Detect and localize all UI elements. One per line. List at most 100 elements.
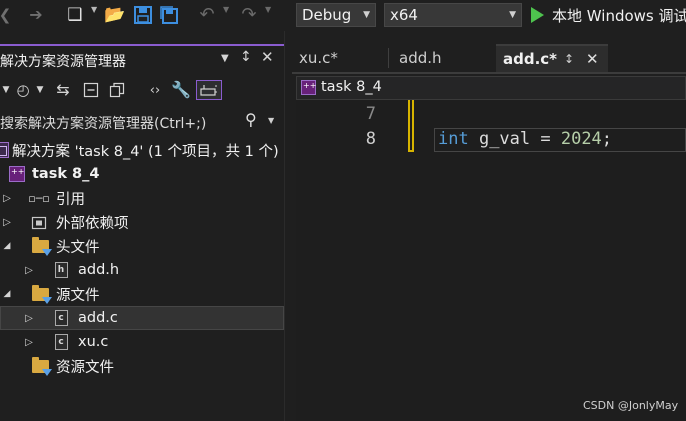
search-icon[interactable]: ⚲ <box>245 110 257 129</box>
tree-item-label: 资源文件 <box>56 359 114 376</box>
switch-views-dropdown-icon[interactable]: ▼ <box>2 80 10 100</box>
code-editor[interactable]: 7 8 int g_val = 2024; <box>296 100 686 421</box>
tree-item-external-dependencies[interactable]: ▷ 外部依赖项 <box>0 210 284 234</box>
pin-tab-icon[interactable]: ↕ <box>564 46 574 72</box>
expand-arrow-icon[interactable]: ▷ <box>1 193 13 204</box>
save-all-icon[interactable] <box>158 4 180 26</box>
panel-title: 解决方案资源管理器 <box>0 54 126 70</box>
external-dependencies-icon <box>30 213 48 231</box>
filter-folder-icon <box>31 236 52 256</box>
pin-icon[interactable]: ↕ <box>240 50 252 64</box>
expand-arrow-icon[interactable]: ▷ <box>23 265 35 276</box>
navigation-bar-project-scope[interactable]: task 8_4 <box>296 76 686 100</box>
undo-dropdown-icon[interactable]: ▼ <box>223 6 229 14</box>
search-input[interactable]: 搜索解决方案资源管理器(Ctrl+;) <box>0 113 206 133</box>
expand-arrow-icon[interactable]: ▷ <box>23 337 35 348</box>
close-tab-icon[interactable]: ✕ <box>586 46 599 72</box>
tree-item-label: 引用 <box>56 191 85 208</box>
tab-xu-c[interactable]: xu.c* <box>292 44 386 72</box>
tree-item-label: 外部依赖项 <box>56 215 129 232</box>
sync-with-active-document-icon[interactable]: ⇆ <box>52 80 74 100</box>
panel-splitter[interactable] <box>284 31 292 421</box>
preview-selected-items-icon[interactable] <box>196 80 222 100</box>
code-view-icon[interactable]: ‹› <box>144 80 166 100</box>
tree-item-label: 头文件 <box>56 239 100 256</box>
references-icon: ▫─▫ <box>28 191 50 205</box>
chevron-down-icon: ▼ <box>509 10 516 20</box>
forward-circle-icon[interactable]: ➔ <box>27 4 45 26</box>
show-all-files-icon[interactable] <box>106 80 128 100</box>
collapse-all-icon[interactable] <box>80 80 102 100</box>
platform-value: x64 <box>390 6 418 24</box>
tab-strip-underline <box>292 72 686 74</box>
solution-explorer-panel: 解决方案资源管理器 ▼ ↕ ✕ ▼ ◴ ▼ ⇆ ‹› 🔧 搜索解决方案资源管理器… <box>0 44 284 421</box>
play-icon <box>531 7 544 23</box>
tree-item-label: xu.c <box>78 334 109 350</box>
tree-item-label: task 8_4 <box>32 166 100 182</box>
tab-add-c[interactable]: add.c* ↕ ✕ <box>496 44 608 72</box>
nav-scope-label: task 8_4 <box>321 79 382 95</box>
tree-item-project[interactable]: task 8_4 <box>0 162 284 186</box>
document-tab-strip: xu.c* add.h add.c* ↕ ✕ <box>292 44 686 72</box>
new-project-dropdown-icon[interactable]: ▼ <box>91 6 97 14</box>
tree-item-source-files[interactable]: ◢ 源文件 <box>0 282 284 306</box>
line-number: 7 <box>365 104 376 124</box>
tree-item-add-h[interactable]: ▷ h add.h <box>0 258 284 282</box>
tree-item-add-c[interactable]: ▷ c add.c <box>0 306 284 330</box>
undo-icon[interactable]: ↶ <box>196 4 218 26</box>
start-debugging-button[interactable]: 本地 Windows 调试器 <box>531 3 686 27</box>
tree-item-label: add.c <box>78 310 118 326</box>
cpp-project-icon <box>8 165 26 183</box>
properties-wrench-icon[interactable]: 🔧 <box>170 80 192 100</box>
solution-platform-select[interactable]: x64 ▼ <box>384 3 522 27</box>
cpp-project-icon <box>301 80 316 95</box>
pending-changes-clock-icon[interactable]: ◴ <box>12 80 34 100</box>
main-toolbar: ❮ ➔ ❑ ▼ 📂 ↶ ▼ ↷ ▼ Debug ▼ x64 ▼ 本地 Windo… <box>0 0 686 31</box>
pending-changes-dropdown-icon[interactable]: ▼ <box>36 80 44 100</box>
watermark-text: CSDN @JonlyMay <box>583 399 679 412</box>
redo-icon[interactable]: ↷ <box>238 4 260 26</box>
tab-add-h[interactable]: add.h <box>392 44 492 72</box>
solution-explorer-toolbar: ▼ ◴ ▼ ⇆ ‹› 🔧 <box>0 75 284 105</box>
unsaved-change-indicator <box>408 100 414 152</box>
filter-folder-icon <box>31 356 52 376</box>
header-file-icon: h <box>52 261 70 279</box>
redo-dropdown-icon[interactable]: ▼ <box>265 6 271 14</box>
new-project-icon[interactable]: ❑ <box>64 4 86 26</box>
expand-arrow-icon[interactable]: ▷ <box>1 217 13 228</box>
close-icon[interactable]: ✕ <box>261 50 274 65</box>
solution-icon <box>0 141 10 159</box>
solution-explorer-search[interactable]: 搜索解决方案资源管理器(Ctrl+;) ⚲ ▼ <box>0 110 284 134</box>
expand-arrow-icon[interactable]: ▷ <box>23 313 35 324</box>
tab-label: xu.c* <box>299 49 338 67</box>
search-options-dropdown-icon[interactable]: ▼ <box>268 116 274 125</box>
c-source-file-icon: c <box>52 309 70 327</box>
tree-item-label: 源文件 <box>56 287 100 304</box>
collapse-arrow-icon[interactable]: ◢ <box>1 241 13 251</box>
code-line-8[interactable]: int g_val = 2024; <box>438 128 612 152</box>
tab-divider <box>388 48 389 68</box>
configuration-value: Debug <box>302 6 352 24</box>
open-folder-icon[interactable]: 📂 <box>104 4 126 26</box>
filter-folder-icon <box>31 284 52 304</box>
collapse-arrow-icon[interactable]: ◢ <box>1 289 13 299</box>
tab-label: add.h <box>399 49 442 67</box>
tree-item-resource-files[interactable]: 资源文件 <box>0 354 284 378</box>
solution-configuration-select[interactable]: Debug ▼ <box>296 3 376 27</box>
identifier-token: g_val = <box>468 129 561 149</box>
back-arrow-icon[interactable]: ❮ <box>0 4 14 26</box>
tree-item-xu-c[interactable]: ▷ c xu.c <box>0 330 284 354</box>
tree-item-references[interactable]: ▷ ▫─▫ 引用 <box>0 186 284 210</box>
line-number-current: 8 <box>365 129 376 149</box>
keyword-token: int <box>438 129 469 149</box>
start-debugging-label: 本地 Windows 调试器 <box>552 6 686 25</box>
tree-item-header-files[interactable]: ◢ 头文件 <box>0 234 284 258</box>
c-source-file-icon: c <box>52 333 70 351</box>
save-icon[interactable] <box>132 4 154 26</box>
number-token: 2024 <box>560 129 602 149</box>
window-position-dropdown-icon[interactable]: ▼ <box>221 54 229 64</box>
solution-node[interactable]: 解决方案 'task 8_4' (1 个项目，共 1 个) <box>0 138 284 162</box>
solution-explorer-title-bar: 解决方案资源管理器 ▼ ↕ ✕ <box>0 44 284 75</box>
punctuation-token: ; <box>601 129 613 149</box>
tab-label: add.c* <box>503 50 558 68</box>
